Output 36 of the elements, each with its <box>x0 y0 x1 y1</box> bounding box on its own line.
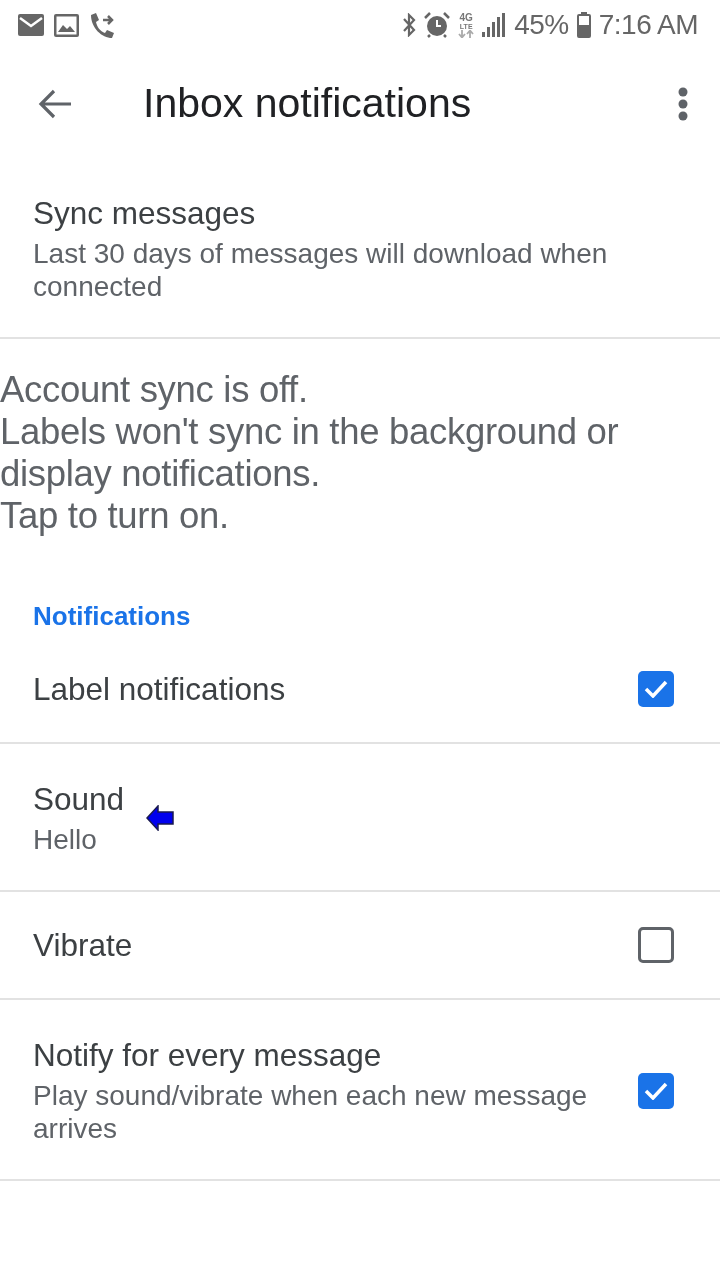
checkbox[interactable] <box>638 927 674 963</box>
setting-title: Notify for every message <box>33 1037 382 1073</box>
back-arrow-icon <box>38 89 72 119</box>
setting-title: Label notifications <box>33 671 286 707</box>
setting-item[interactable]: Notify for every message Play sound/vibrate when each new message arrives <box>0 1000 720 1181</box>
signal-icon <box>482 13 507 37</box>
battery-percent: 45% <box>514 11 569 39</box>
setting-title: Sound <box>33 781 125 817</box>
screen-title: Inbox notifications <box>143 79 472 129</box>
setting-summary: Hello <box>33 823 97 856</box>
setting-summary: Play sound/vibrate when each new message arrives <box>33 1079 589 1145</box>
setting-item[interactable]: Sound Hello <box>0 744 720 892</box>
data-transfer-icon <box>458 29 475 38</box>
setting-summary: Last 30 days of messages will download when connected <box>33 237 609 303</box>
setting-item[interactable]: Vibrate <box>0 892 720 1000</box>
back-button[interactable] <box>38 89 72 119</box>
setting-item[interactable]: Label notifications <box>0 636 720 744</box>
image-icon <box>54 13 79 37</box>
alarm-clock-icon <box>424 12 451 38</box>
bluetooth-icon <box>403 13 417 37</box>
mail-icon <box>18 14 44 36</box>
checkbox[interactable] <box>638 1073 674 1109</box>
network-type-label: 4G <box>459 12 473 23</box>
more-options-button[interactable] <box>678 87 688 121</box>
setting-title: Sync messages <box>33 195 256 231</box>
clock-time: 7:16 AM <box>598 11 698 39</box>
phone-arrow-icon <box>89 11 115 39</box>
checkmark-icon <box>644 1082 668 1100</box>
more-vertical-icon <box>678 87 688 121</box>
checkbox[interactable] <box>638 671 674 707</box>
setting-title: Vibrate <box>33 927 133 963</box>
setting-item[interactable]: Sync messages Last 30 days of messages will download when connected <box>0 158 720 339</box>
section-header: Notifications <box>33 600 191 632</box>
battery-icon <box>576 12 591 38</box>
sync-off-message[interactable]: Account sync is off. Labels won't sync in the background or display notifications. Tap to turn on. <box>0 369 660 537</box>
checkmark-icon <box>644 680 668 698</box>
